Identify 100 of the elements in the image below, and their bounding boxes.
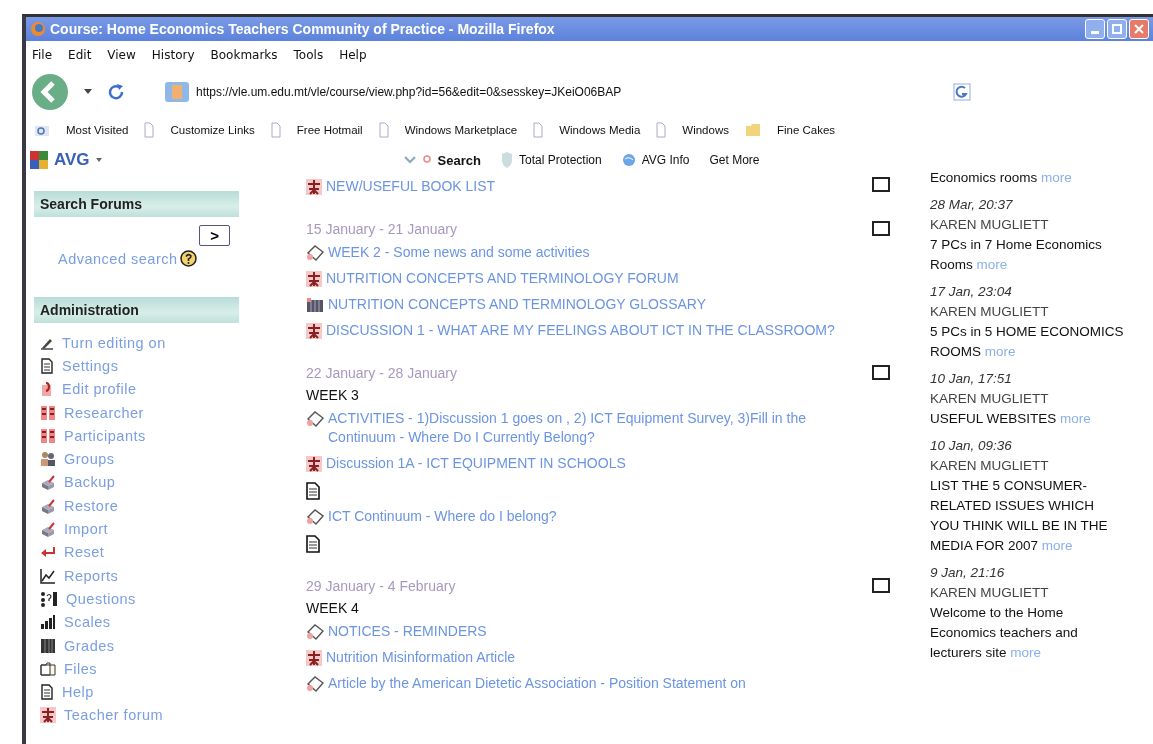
more-link[interactable]: more [1041,170,1072,185]
forum-icon [306,456,322,472]
week-dates: 22 January - 28 January [306,365,458,381]
activity-link[interactable]: NUTRITION CONCEPTS AND TERMINOLOGY GLOSSARY [328,295,707,314]
toolbar-button[interactable]: Total Protection [518,153,602,167]
admin-link[interactable]: Researcher [64,404,144,421]
magnifier-icon [421,154,432,166]
tag-icon [306,411,324,427]
bookmark-link[interactable]: Most Visited [66,124,129,136]
post-author: KAREN MUGLIETT [930,584,1050,602]
admin-link[interactable]: Import [64,521,109,537]
checkbox[interactable] [872,221,890,236]
back-button[interactable] [30,72,70,112]
activity-link[interactable]: ACTIVITIES - 1)Discussion 1 goes on , 2) ICT Equipment Survey, 3)Fill in the Continuum - Where Do I Currently Belong? [328,409,861,447]
admin-link[interactable]: Help [62,684,94,701]
activity-link[interactable]: Discussion 1A - ICT EQUIPMENT IN SCHOOLS [326,454,626,473]
tag-icon [306,245,324,261]
block-header: Search Forums [34,191,239,217]
admin-link[interactable]: Turn editing on [62,334,166,351]
magnifier-icon [34,123,50,137]
toolbar-button[interactable]: Get More [709,153,760,167]
activity-link[interactable]: Nutrition Misinformation Article [326,648,516,667]
bookmark-link[interactable]: Windows [682,124,729,136]
admin-link[interactable]: Restore [64,497,119,514]
menu-item[interactable]: History [151,48,195,62]
admin-link[interactable]: Participants [64,427,146,444]
forum-icon [306,323,322,339]
post-subject: LIST THE 5 CONSUMER-RELATED ISSUES WHICH YOU THINK WILL BE IN THE MEDIA FOR 2007 more [930,477,1109,555]
post-subject: Welcome to the Home Economics teachers and lecturers site more [930,604,1079,662]
checkbox[interactable] [872,578,890,593]
admin-link[interactable]: Teacher forum [64,707,164,724]
menu-item[interactable]: View [107,48,136,62]
bar-chart-icon [40,614,56,631]
activity-link[interactable]: NUTRITION CONCEPTS AND TERMINOLOGY FORUM [326,269,679,288]
box-arrow-icon [40,474,56,491]
bookmark-link[interactable]: Windows Marketplace [404,124,518,136]
people-icon [40,404,56,421]
checkbox[interactable] [872,365,890,380]
glossary-icon [306,297,324,313]
menu-item[interactable]: Bookmarks [210,48,278,62]
admin-link[interactable]: Reset [64,544,105,561]
admin-link[interactable]: Edit profile [62,381,137,398]
toolbar-button[interactable]: AVG Info [641,153,690,167]
bookmark-link[interactable]: Fine Cakes [776,124,836,136]
question-icon [40,590,58,607]
admin-link[interactable]: Grades [64,637,115,654]
activity-link[interactable]: Article by the American Dietetic Association - Position Statement on [328,674,746,693]
document-icon [306,535,320,553]
post-author: KAREN MUGLIETT [930,457,1050,475]
search-button[interactable]: > [199,225,230,246]
bookmark-link[interactable]: Windows Media [559,124,641,136]
page-icon [533,122,544,138]
tag-icon [306,509,324,525]
activity-link[interactable]: NEW/USEFUL BOOK LIST [326,177,496,196]
activity-link[interactable]: DISCUSSION 1 - WHAT ARE MY FEELINGS ABOUT ICT IN THE CLASSROOM? [326,321,835,340]
box-arrow-icon [40,521,56,537]
menu-item[interactable]: Tools [293,48,324,62]
post-author: KAREN MUGLIETT [930,390,1050,408]
maximize-icon [1112,24,1122,34]
admin-link[interactable]: Reports [64,567,119,584]
admin-link[interactable]: Groups [64,451,115,468]
advanced-search-link[interactable]: Advanced search [58,250,178,267]
bookmark-link[interactable]: Free Hotmail [296,124,363,136]
menu-item[interactable]: Help [339,48,367,62]
activity-link[interactable]: WEEK 2 - Some news and some activities [328,243,590,262]
close-button[interactable] [1129,19,1149,39]
admin-link[interactable]: Scales [64,614,111,631]
avg-logo-icon [30,151,48,169]
forum-icon [306,650,322,666]
week-title: WEEK 3 [306,387,360,403]
checkbox[interactable] [872,177,890,192]
document-icon [40,684,54,701]
reload-button[interactable] [106,82,126,102]
forum-icon [306,179,322,195]
more-link[interactable]: more [1010,645,1042,660]
post-date: 17 Jan, 23:04 [930,283,1013,301]
more-link[interactable]: more [976,257,1008,272]
activity-link[interactable]: NOTICES - REMINDERS [328,622,487,641]
post-subject: USEFUL WEBSITES more [930,410,1092,428]
week-dates: 29 January - 4 February [306,578,457,594]
more-link[interactable]: more [1041,538,1073,553]
page-icon [378,122,389,138]
bookmark-link[interactable]: Customize Links [170,124,255,136]
menu-item[interactable]: Edit [68,48,92,62]
block-header: Administration [34,297,239,323]
week-title: WEEK 4 [306,600,360,616]
admin-link[interactable]: Files [64,660,98,677]
toolbar-button[interactable]: Search [437,152,481,168]
activity-link[interactable]: ICT Continuum - Where do I belong? [328,507,557,526]
address-field[interactable]: https://vle.um.edu.mt/vle/course/view.php?id=56&edit=0&sesskey=JKeiO06BAP [160,78,626,106]
admin-link[interactable]: Backup [64,474,116,491]
admin-link[interactable]: Settings [62,357,119,374]
more-link[interactable]: more [1060,411,1091,426]
people-icon [40,451,56,468]
post-date: 28 Mar, 20:37 [930,196,1014,214]
post-author: KAREN MUGLIETT [930,216,1050,234]
grade-book-icon [40,637,56,654]
more-link[interactable]: more [984,344,1016,359]
admin-link[interactable]: Questions [66,590,136,607]
menu-item[interactable]: File [32,48,53,62]
